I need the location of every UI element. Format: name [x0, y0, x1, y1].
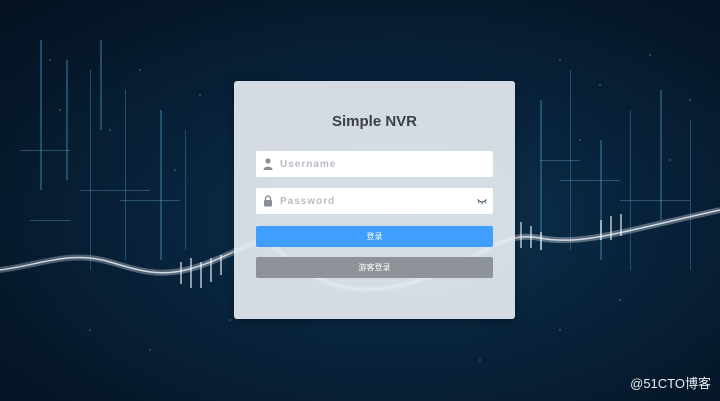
username-input[interactable]	[280, 151, 470, 177]
lock-icon	[264, 195, 272, 207]
guest-login-button[interactable]: 游客登录	[256, 257, 493, 278]
username-field[interactable]	[256, 151, 493, 177]
password-field[interactable]	[256, 188, 493, 214]
eye-closed-icon[interactable]	[477, 197, 487, 205]
app-title: Simple NVR	[331, 113, 418, 130]
user-icon	[263, 158, 273, 170]
login-button[interactable]: 登录	[256, 226, 493, 247]
watermark: @51CTO博客	[630, 376, 711, 391]
password-input[interactable]	[280, 188, 470, 214]
login-card: Simple NVR 登录 游客登录	[234, 81, 515, 319]
